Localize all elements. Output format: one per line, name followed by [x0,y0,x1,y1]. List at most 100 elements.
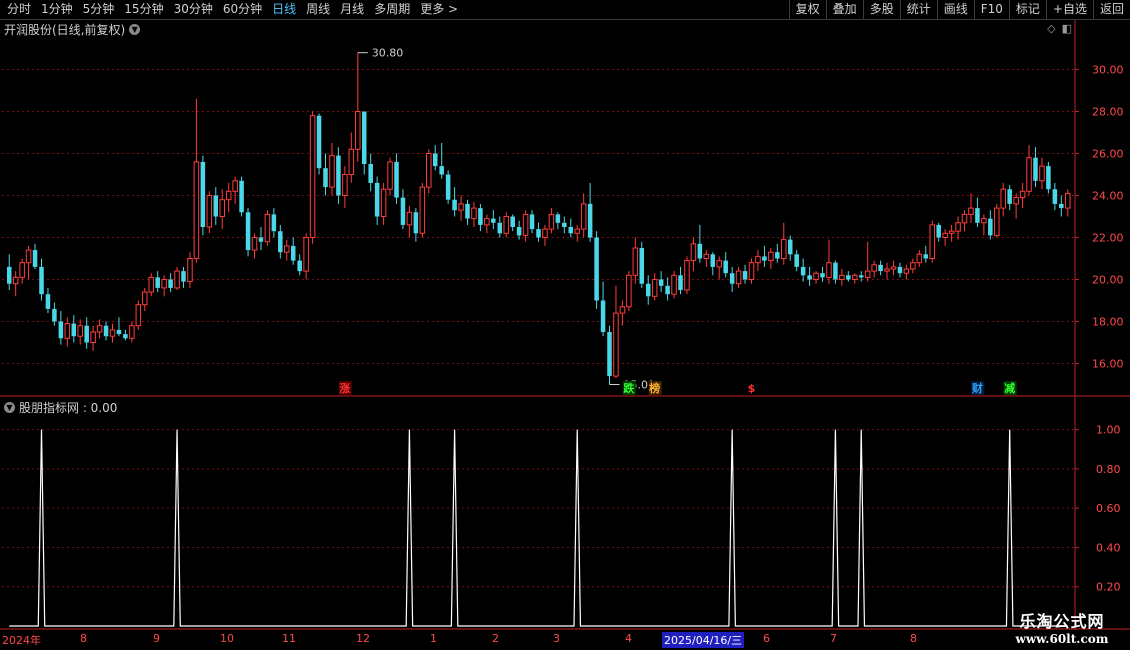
candle-body-down [742,271,748,280]
candle-body-up [852,274,858,280]
candle-body-up [355,111,361,150]
candle-body-up [580,203,587,230]
candle-body-up [871,264,877,272]
candle-body-up [19,262,25,278]
candle-body-down [258,237,264,242]
date-tick-9: 4 [625,632,632,645]
indicator-tick-label: 0.40 [1096,541,1121,554]
candle-body-up [864,270,871,278]
candle-body-down [290,245,296,261]
candle-body-up [968,207,974,215]
candle-body-up [690,243,697,262]
candle-body-up [948,230,955,234]
candle-body-down [58,321,64,339]
indicator-title-bar: ▼ 股朋指标网 : 0.00 [4,399,117,416]
candle-body-up [264,213,271,243]
candle-body-down [32,250,38,267]
candle-body-down [1052,189,1058,204]
event-marker-4: 财 [971,381,983,395]
watermark-url: www.60lt.com [1015,632,1109,646]
candle-body-down [794,254,799,267]
indicator-tick-label: 0.80 [1096,463,1121,476]
candle-body-down [323,168,328,188]
chevron-down-icon[interactable]: ▼ [4,402,15,413]
candle-body-up [632,247,639,276]
candle-body-down [168,279,173,288]
candle-body-down [445,174,451,200]
price-tick-label: 26.00 [1092,148,1124,161]
candle-body-up [64,323,71,339]
candle-body-down [594,237,599,301]
candle-body-down [452,199,457,211]
candle-body-down [374,182,380,217]
candle-body-up [748,262,755,281]
candle-body-up [1019,190,1026,199]
price-tick-label: 30.00 [1092,64,1124,77]
candle-body-down [394,161,399,198]
candle-body-up [929,224,935,259]
candle-body-down [833,262,838,280]
high-price-label: 30.80 [372,47,404,60]
candle-body-down [787,239,793,255]
candle-body-up [671,274,677,295]
candle-body-down [271,214,277,232]
candle-body-down [775,252,780,259]
event-marker-3: $ [748,382,756,395]
candle-body-up [129,325,135,339]
candle-body-up [548,213,555,230]
candle-body-up [955,222,961,232]
candle-body-up [916,253,923,264]
candle-body-down [52,308,57,322]
candle-body-down [516,227,522,236]
candle-body-up [1000,188,1006,209]
candle-body-up [903,268,910,274]
candle-body-up [994,207,1000,236]
candle-body-up [135,304,142,327]
candle-body-down [562,222,567,227]
event-marker-1: 跌 [623,381,635,395]
candle-body-down [800,266,806,276]
candle-body-down [200,161,206,227]
candle-body-down [316,115,322,169]
candle-body-up [206,195,213,228]
kline-chart[interactable]: 30.00 28.00 26.00 24.00 22.00 20.00 18.00 16.00… [0,0,1130,650]
date-tick-8: 3 [553,632,560,645]
date-tick-11: 6 [763,632,770,645]
candle-body-up [406,211,413,226]
candle-body-down [239,180,244,213]
candle-body-up [225,190,232,201]
indicator-tick-label: 0.60 [1096,502,1121,515]
candle-body-up [890,266,897,270]
candle-body-up [961,213,968,224]
candle-body-down [278,231,283,253]
candle-body-down [645,283,651,297]
candle-body-up [574,228,580,234]
candle-body-up [174,270,180,289]
event-marker-0: 涨 [339,381,350,395]
candle-body-up [12,276,19,285]
candle-body-down [587,203,593,238]
date-tick-13: 8 [910,632,917,645]
candle-body-down [762,256,767,261]
price-tick-label: 24.00 [1092,190,1124,203]
candle-body-up [1013,197,1019,205]
candle-body-down [116,329,122,335]
candle-body-down [723,260,728,274]
candle-body-up [342,174,348,196]
candle-body-up [716,260,722,268]
date-tick-2: 9 [153,632,160,645]
candle-body-up [161,279,167,289]
candle-body-down [1033,157,1038,181]
candle-body-down [155,277,160,288]
candle-body-up [142,291,148,306]
candle-body-down [975,208,980,223]
price-tick-label: 16.00 [1092,358,1124,371]
candle-body-down [297,260,302,272]
candle-body-down [697,243,703,259]
candle-body-down [536,229,541,238]
candle-body-up [781,239,787,260]
candle-body-up [193,161,200,259]
candle-body-up [77,325,83,337]
candle-body-up [251,237,258,251]
candle-body-down [1007,189,1012,204]
